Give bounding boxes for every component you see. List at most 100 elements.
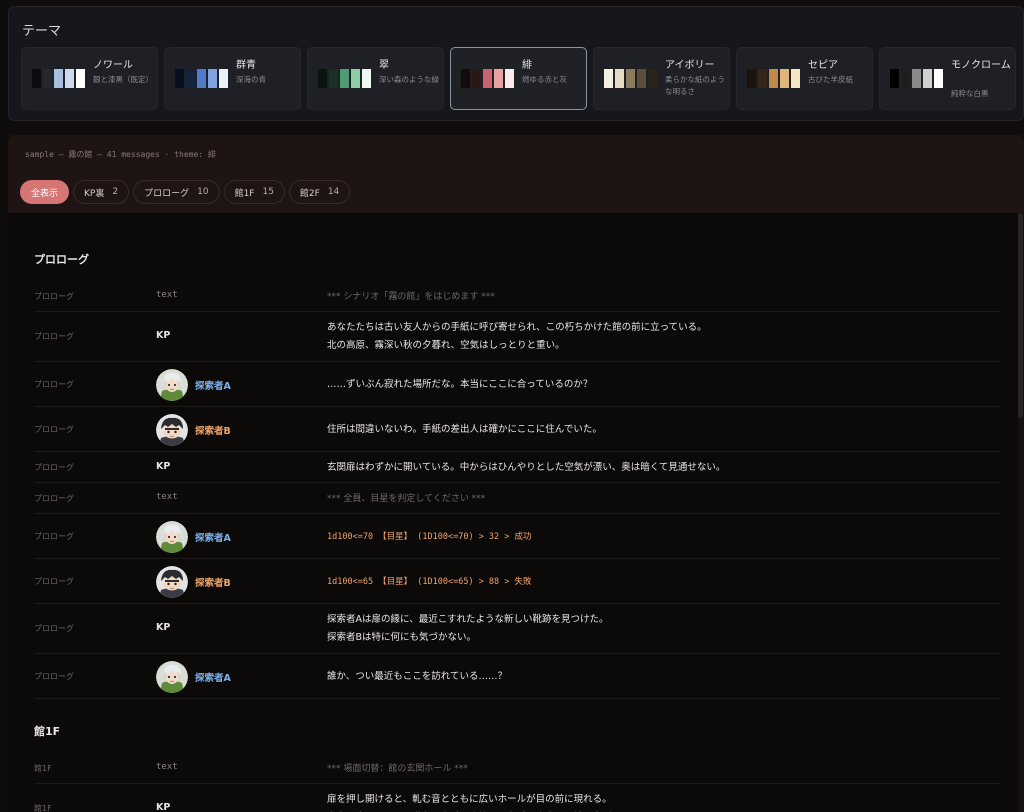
color-swatch — [769, 69, 778, 88]
section-filter-bar: 全表示 KP裏 2 プロローグ 10 館1F 15 館2F 14 — [20, 180, 351, 204]
theme-card[interactable]: 翠深い森のような緑 — [307, 47, 444, 110]
filter-chip-count: 14 — [327, 187, 340, 197]
color-swatch — [758, 69, 767, 88]
theme-card[interactable]: ノワール 銀と漆黒（既定） — [21, 47, 158, 110]
theme-panel: テーマ ノワール 銀と漆黒（既定） 群青 深海の青翠深い森のような緑緋燃ゆる赤と灰 アイ… — [8, 6, 1024, 121]
color-swatch — [461, 69, 470, 88]
log-row[interactable]: 館1F KP 扉を押し開けると、軋む音とともに広いホールが目の前に現れる。中央に大き… — [34, 784, 1000, 812]
theme-card-desc: 深海の青 — [236, 75, 266, 84]
color-swatch — [912, 69, 921, 88]
color-swatch — [362, 69, 371, 88]
filter-chip[interactable]: 全表示 — [20, 180, 70, 204]
color-swatch — [901, 69, 910, 88]
color-swatch — [780, 69, 789, 88]
log-row[interactable]: プロローグ 探索者A ……ずいぶん寂れた場所だな。本当にここに合っているのか？ — [34, 362, 1000, 407]
log-row[interactable]: プロローグ 探索者B 住所は間違いないわ。手紙の差出人は確かにここに住んでいた。 — [34, 407, 1000, 452]
row-section-label: 館1F — [34, 763, 52, 773]
theme-swatches — [604, 69, 657, 88]
log-row[interactable]: プロローグ text *** 全員、目星を判定してください *** — [34, 483, 1000, 514]
theme-card-desc: 純粋な白黒 — [951, 89, 989, 98]
filter-chip[interactable]: 館1F 15 — [223, 180, 285, 204]
theme-swatches — [747, 69, 800, 88]
filter-chip-count: 10 — [197, 187, 209, 197]
avatar — [156, 368, 188, 401]
row-message: 玄関扉はわずかに開いている。中からはひんやりとした空気が漂い、奥は暗くて見通せな… — [327, 459, 725, 477]
color-swatch — [494, 69, 503, 88]
filter-chip[interactable]: 館2F 14 — [288, 180, 351, 204]
row-speaker: text — [156, 491, 178, 502]
row-speaker: 探索者B — [195, 425, 231, 437]
theme-card[interactable]: セピア 古びた羊皮紙 — [736, 47, 873, 110]
theme-card-name: モノクローム — [951, 60, 1011, 71]
row-message: あなたたちは古い友人からの手紙に呼び寄せられ、この朽ちかけた館の前に立っている。… — [327, 319, 707, 355]
row-speaker: KP — [156, 622, 171, 633]
log-row[interactable]: プロローグ 探索者A 誰か、つい最近もここを訪れている……？ — [34, 654, 1000, 699]
row-speaker: KP — [156, 330, 171, 341]
log-row[interactable]: プロローグ KP 玄関扉はわずかに開いている。中からはひんやりとした空気が漂い、奥は… — [34, 452, 1000, 483]
theme-card-name: アイボリー — [665, 60, 715, 71]
log-row[interactable]: プロローグ KP あなたたちは古い友人からの手紙に呼び寄せられ、この朽ちかけた館の前… — [34, 312, 1000, 362]
message-line: 扉を押し開けると、軋む音とともに広いホールが目の前に現れる。 — [327, 794, 612, 805]
message-line: ……ずいぶん寂れた場所だな。本当にここに合っているのか？ — [327, 378, 593, 390]
theme-panel-title: テーマ — [22, 24, 62, 39]
color-swatch — [626, 69, 635, 88]
log-header: sample – 霧の館 – 41 messages · theme: 緋 全表… — [8, 135, 1024, 213]
row-message: 1d100<=70 【目星】 (1D100<=70) > 32 > 成功 — [327, 528, 532, 546]
message-line: 誰か、つい最近もここを訪れている……？ — [327, 670, 508, 682]
filter-chip-label: 館1F — [234, 188, 255, 199]
row-section-label: プロローグ — [34, 379, 74, 389]
theme-card[interactable]: 緋燃ゆる赤と灰 — [450, 47, 587, 110]
section-heading: プロローグ — [34, 253, 89, 266]
filter-chip[interactable]: KP裏 2 — [73, 180, 130, 204]
row-message: ……ずいぶん寂れた場所だな。本当にここに合っているのか？ — [327, 376, 592, 394]
color-swatch — [65, 69, 74, 88]
message-line: 探索者Bは特に何にも気づかない。 — [327, 632, 477, 643]
row-section-label: 館1F — [34, 804, 52, 812]
color-swatch — [472, 69, 481, 88]
log-row[interactable]: 館1F text *** 場面切替：館の玄関ホール *** — [34, 753, 1000, 784]
avatar — [156, 520, 188, 553]
row-section-label: プロローグ — [34, 531, 74, 541]
row-speaker: 探索者A — [195, 532, 231, 544]
color-swatch — [340, 69, 349, 88]
color-swatch — [329, 69, 338, 88]
theme-card[interactable]: アイボリー柔らかな紙のような明るさ — [593, 47, 730, 110]
color-swatch — [175, 69, 184, 88]
log-row[interactable]: プロローグ 探索者B 1d100<=65 【目星】 (1D100<=65) > 88… — [34, 559, 1000, 604]
color-swatch — [76, 69, 85, 88]
theme-swatches — [318, 69, 371, 88]
row-section-label: プロローグ — [34, 576, 74, 586]
log-row[interactable]: プロローグ text *** シナリオ「霧の館」をはじめます *** — [34, 281, 1000, 312]
row-message: 住所は間違いないわ。手紙の差出人は確かにここに住んでいた。 — [327, 421, 602, 439]
theme-card[interactable]: 群青 深海の青 — [164, 47, 301, 110]
theme-swatches — [890, 69, 943, 88]
log-message-list[interactable]: プロローグ プロローグ text *** シナリオ「霧の館」をはじめます *** プロロ… — [8, 213, 1018, 812]
row-message: 扉を押し開けると、軋む音とともに広いホールが目の前に現れる。中央に大きならせん階… — [327, 791, 640, 812]
theme-card-desc: 柔らかな紙のような明るさ — [665, 75, 725, 96]
filter-chip[interactable]: プロローグ 10 — [133, 180, 220, 204]
color-swatch — [43, 69, 52, 88]
log-row[interactable]: プロローグ KP 探索者Aは扉の縁に、最近こすれたような新しい靴跡を見つけた。 探索者… — [34, 604, 1000, 654]
row-speaker: 探索者A — [195, 380, 231, 392]
message-line: 1d100<=70 【目星】 (1D100<=70) > 32 > 成功 — [327, 531, 532, 542]
section-heading: 館1F — [34, 725, 61, 738]
avatar — [156, 565, 188, 598]
message-line: *** 全員、目星を判定してください *** — [327, 493, 486, 504]
theme-card[interactable]: モノクローム 純粋な白黒 — [879, 47, 1016, 110]
filter-chip-label: 館2F — [299, 188, 320, 199]
row-message: 探索者Aは扉の縁に、最近こすれたような新しい靴跡を見つけた。 探索者Bは特に何にも… — [327, 611, 609, 647]
log-row[interactable]: プロローグ 探索者A 1d100<=70 【目星】 (1D100<=70) > 32… — [34, 514, 1000, 559]
color-swatch — [197, 69, 206, 88]
theme-card-name: 群青 — [236, 60, 256, 71]
message-line: 探索者Aは扉の縁に、最近こすれたような新しい靴跡を見つけた。 — [327, 614, 609, 625]
theme-card-desc: 燃ゆる赤と灰 — [522, 75, 567, 84]
color-swatch — [219, 69, 228, 88]
theme-card-name: ノワール — [93, 60, 133, 71]
filter-chip-label: プロローグ — [144, 188, 190, 199]
filter-chip-count: 2 — [112, 187, 119, 197]
color-swatch — [934, 69, 943, 88]
log-scrollbar-thumb[interactable] — [1018, 213, 1023, 418]
avatar — [156, 413, 188, 446]
color-swatch — [791, 69, 800, 88]
color-swatch — [747, 69, 756, 88]
